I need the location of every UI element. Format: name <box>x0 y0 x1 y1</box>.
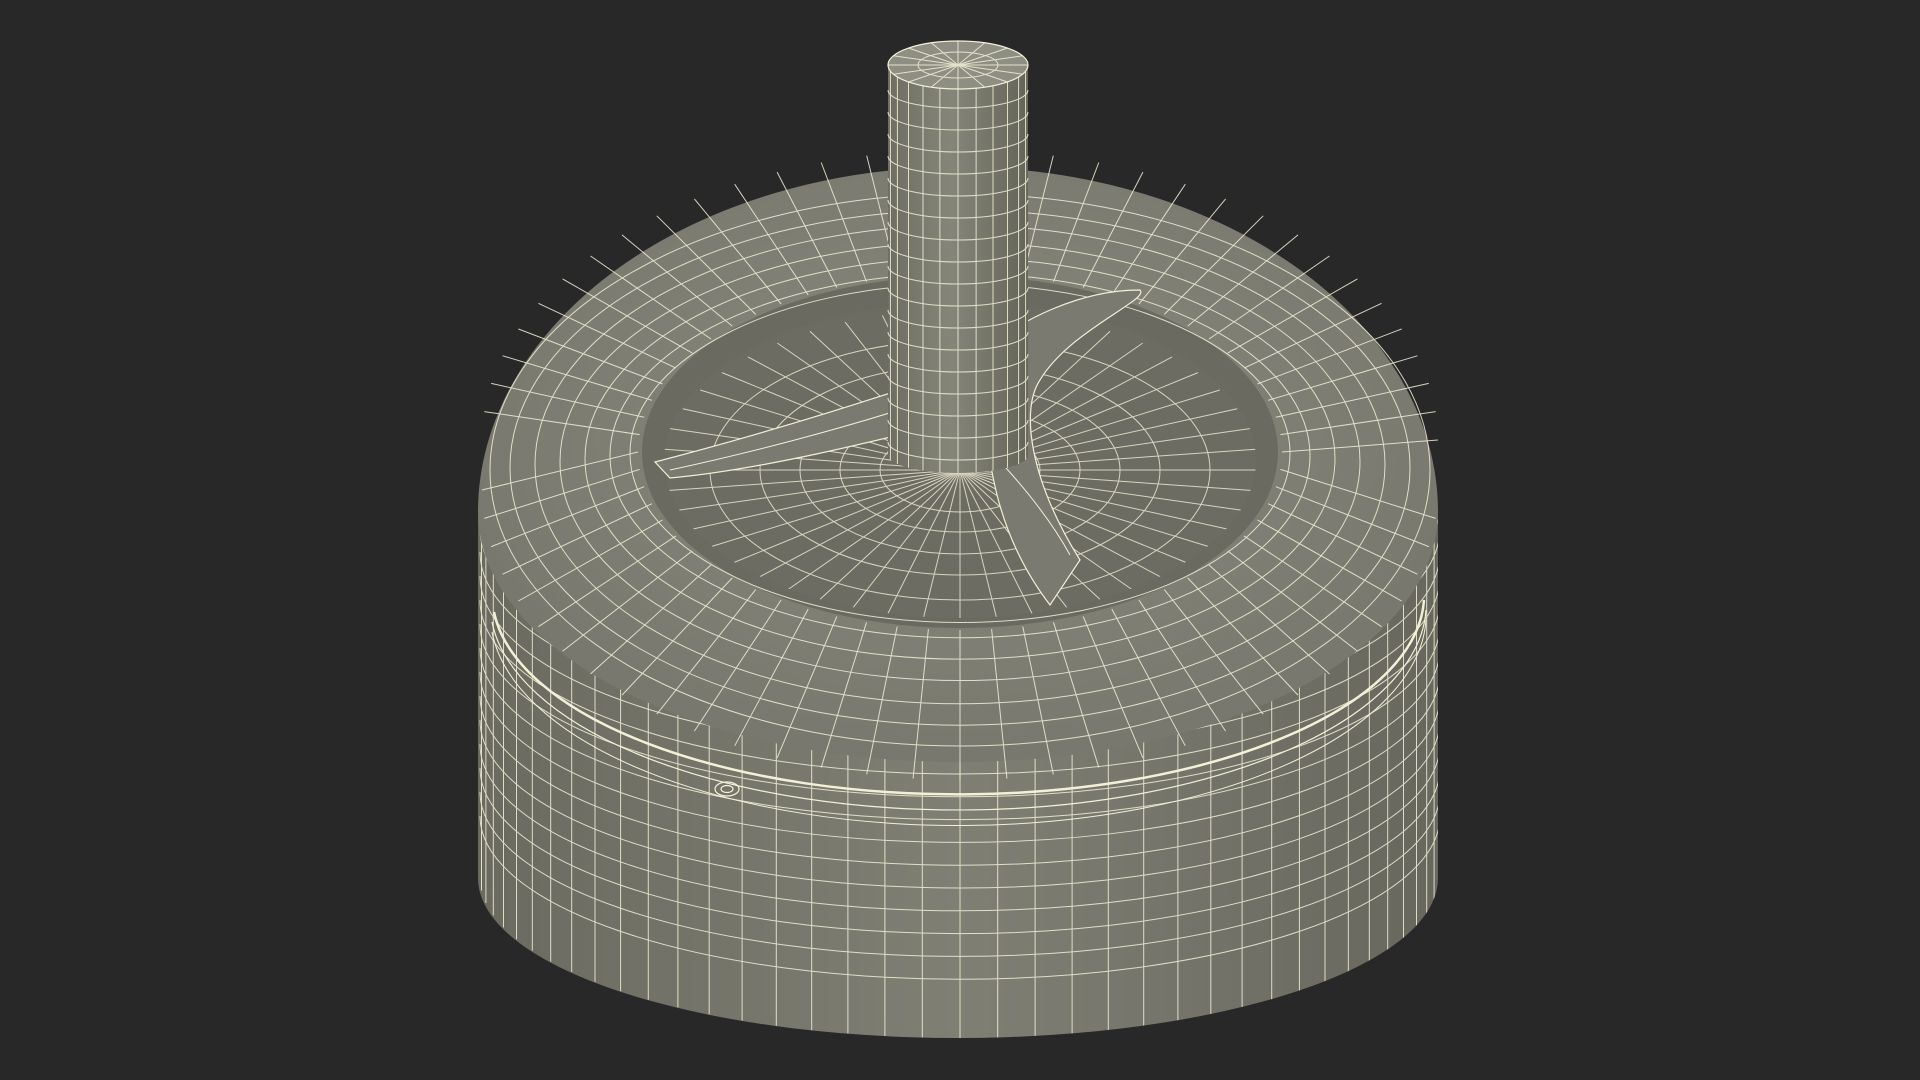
viewport <box>0 0 1920 1080</box>
center-pin <box>887 40 1029 473</box>
wireframe-model <box>478 40 1439 1038</box>
